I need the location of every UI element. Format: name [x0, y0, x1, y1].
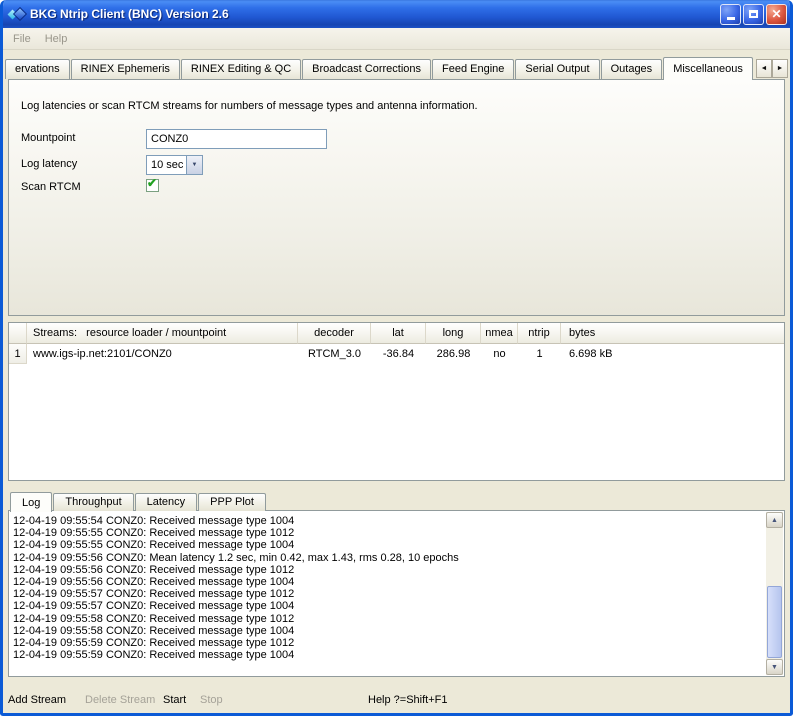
help-label[interactable]: Help ?=Shift+F1: [368, 694, 448, 706]
header-lat: lat: [371, 323, 426, 344]
log-latency-label: Log latency: [21, 158, 77, 170]
bottom-tab[interactable]: Throughput: [53, 493, 133, 511]
log-line: 12-04-19 09:55:56 CONZ0: Received messag…: [13, 576, 762, 588]
log-line: 12-04-19 09:55:57 CONZ0: Received messag…: [13, 600, 762, 612]
delete-stream-button[interactable]: Delete Stream: [85, 694, 155, 706]
scroll-down-button[interactable]: ▼: [766, 659, 783, 675]
header-bytes: bytes: [561, 323, 784, 344]
stop-button[interactable]: Stop: [200, 694, 223, 706]
header-nmea: nmea: [481, 323, 518, 344]
scroll-up-icon: ▲: [771, 517, 778, 524]
cell-lat: -36.84: [371, 344, 426, 364]
close-icon: ✕: [767, 5, 786, 24]
log-line: 12-04-19 09:55:56 CONZ0: Mean latency 1.…: [13, 552, 762, 564]
app-icon: [8, 6, 24, 22]
streams-body: 1 www.igs-ip.net:2101/CONZ0 RTCM_3.0 -36…: [9, 344, 784, 364]
window-title: BKG Ntrip Client (BNC) Version 2.6: [24, 7, 720, 21]
streams-header: Streams: resource loader / mountpoint de…: [9, 323, 784, 344]
cell-bytes: 6.698 kB: [561, 344, 784, 364]
bottom-tab[interactable]: Log: [10, 492, 52, 512]
tab-scroll-left-button[interactable]: ◄: [756, 59, 772, 78]
header-long: long: [426, 323, 481, 344]
mountpoint-label: Mountpoint: [21, 132, 75, 144]
dropdown-button[interactable]: ▼: [186, 156, 202, 174]
tab[interactable]: Outages: [601, 59, 663, 79]
tab[interactable]: Feed Engine: [432, 59, 514, 79]
tab[interactable]: Broadcast Corrections: [302, 59, 431, 79]
tab-scroll-buttons: ◄ ►: [756, 59, 788, 78]
log-line: 12-04-19 09:55:58 CONZ0: Received messag…: [13, 625, 762, 637]
log-panel: 12-04-19 09:55:54 CONZ0: Received messag…: [8, 510, 785, 677]
tab[interactable]: Serial Output: [515, 59, 599, 79]
menubar: File Help: [3, 28, 790, 50]
log-line: 12-04-19 09:55:55 CONZ0: Received messag…: [13, 527, 762, 539]
cell-decoder: RTCM_3.0: [298, 344, 371, 364]
scroll-thumb[interactable]: [767, 586, 782, 658]
selected-value: 10 sec: [147, 156, 186, 174]
header-streams: Streams: resource loader / mountpoint: [27, 323, 298, 344]
minimize-icon: [727, 17, 735, 20]
cell-ntrip: 1: [518, 344, 561, 364]
cell-long: 286.98: [426, 344, 481, 364]
checkmark-icon: ✔: [147, 177, 157, 190]
scan-rtcm-checkbox[interactable]: ✔: [146, 179, 159, 192]
maximize-icon: [749, 10, 758, 18]
header-ntrip: ntrip: [518, 323, 561, 344]
titlebar[interactable]: BKG Ntrip Client (BNC) Version 2.6 ✕: [0, 0, 793, 28]
panel-description: Log latencies or scan RTCM streams for n…: [21, 100, 478, 112]
log-line: 12-04-19 09:55:54 CONZ0: Received messag…: [13, 515, 762, 527]
tab[interactable]: RINEX Ephemeris: [71, 59, 180, 79]
log-line: 12-04-19 09:55:58 CONZ0: Received messag…: [13, 613, 762, 625]
log-output: 12-04-19 09:55:54 CONZ0: Received messag…: [13, 515, 762, 674]
table-row[interactable]: 1 www.igs-ip.net:2101/CONZ0 RTCM_3.0 -36…: [9, 344, 784, 364]
log-line: 12-04-19 09:55:55 CONZ0: Received messag…: [13, 539, 762, 551]
bottom-tab[interactable]: PPP Plot: [198, 493, 266, 511]
tab-scroll-right-button[interactable]: ►: [772, 59, 788, 78]
scroll-up-button[interactable]: ▲: [766, 512, 783, 528]
tab[interactable]: Miscellaneous: [663, 57, 753, 80]
log-line: 12-04-19 09:55:59 CONZ0: Received messag…: [13, 649, 762, 661]
log-line: 12-04-19 09:55:56 CONZ0: Received messag…: [13, 564, 762, 576]
header-corner: [9, 323, 27, 344]
minimize-button[interactable]: [720, 4, 741, 25]
cell-nmea: no: [481, 344, 518, 364]
bottom-tab-bar: Log Throughput Latency PPP Plot: [10, 491, 267, 511]
add-stream-button[interactable]: Add Stream: [8, 694, 66, 706]
bnc-window: BKG Ntrip Client (BNC) Version 2.6 ✕ Fil…: [0, 0, 793, 716]
maximize-button[interactable]: [743, 4, 764, 25]
vertical-scrollbar[interactable]: ▲ ▼: [766, 512, 783, 675]
chevron-down-icon: ▼: [192, 162, 198, 168]
log-line: 12-04-19 09:55:57 CONZ0: Received messag…: [13, 588, 762, 600]
scroll-down-icon: ▼: [771, 664, 778, 671]
menu-item[interactable]: File: [6, 31, 38, 47]
close-button[interactable]: ✕: [766, 4, 787, 25]
tab-bar: ◄ ► ervations RINEX Ephemeris RINEX Edit…: [5, 56, 788, 79]
tab[interactable]: RINEX Editing & QC: [181, 59, 301, 79]
streams-table: Streams: resource loader / mountpoint de…: [8, 322, 785, 481]
mountpoint-input[interactable]: [146, 129, 327, 149]
start-button[interactable]: Start: [163, 694, 186, 706]
window-controls: ✕: [720, 4, 787, 25]
row-number: 1: [9, 344, 27, 364]
scroll-right-icon: ►: [777, 65, 784, 72]
miscellaneous-panel: Log latencies or scan RTCM streams for n…: [8, 79, 785, 316]
scan-rtcm-label: Scan RTCM: [21, 181, 81, 193]
log-latency-select[interactable]: 10 sec ▼: [146, 155, 203, 175]
header-decoder: decoder: [298, 323, 371, 344]
tab[interactable]: ervations: [5, 59, 70, 79]
scroll-left-icon: ◄: [761, 65, 768, 72]
bottom-tab[interactable]: Latency: [135, 493, 198, 511]
cell-mountpoint: www.igs-ip.net:2101/CONZ0: [27, 344, 298, 364]
log-line: 12-04-19 09:55:59 CONZ0: Received messag…: [13, 637, 762, 649]
menu-item[interactable]: Help: [38, 31, 75, 47]
